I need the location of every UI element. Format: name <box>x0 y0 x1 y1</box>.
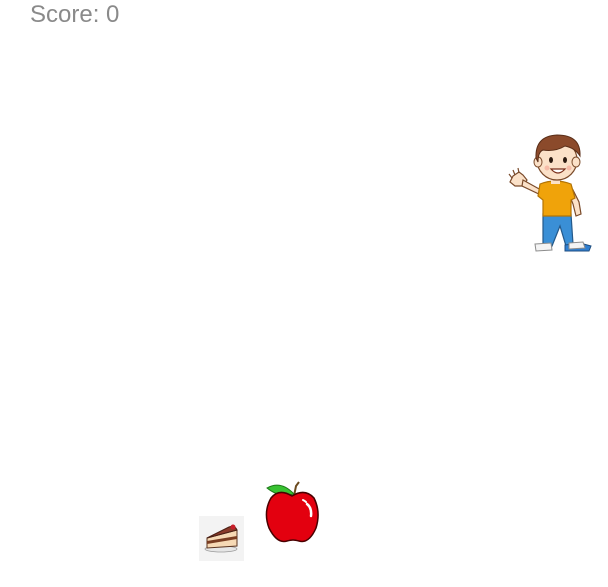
score-label: Score: 0 <box>30 1 120 28</box>
boy-character[interactable] <box>505 128 600 258</box>
game-canvas[interactable]: Score: 0 <box>0 0 608 587</box>
cake-slice[interactable] <box>199 516 244 561</box>
boy-character-icon <box>508 134 592 252</box>
cake-slice-icon <box>204 524 238 553</box>
apple[interactable] <box>263 478 321 546</box>
apple-icon <box>265 481 319 543</box>
